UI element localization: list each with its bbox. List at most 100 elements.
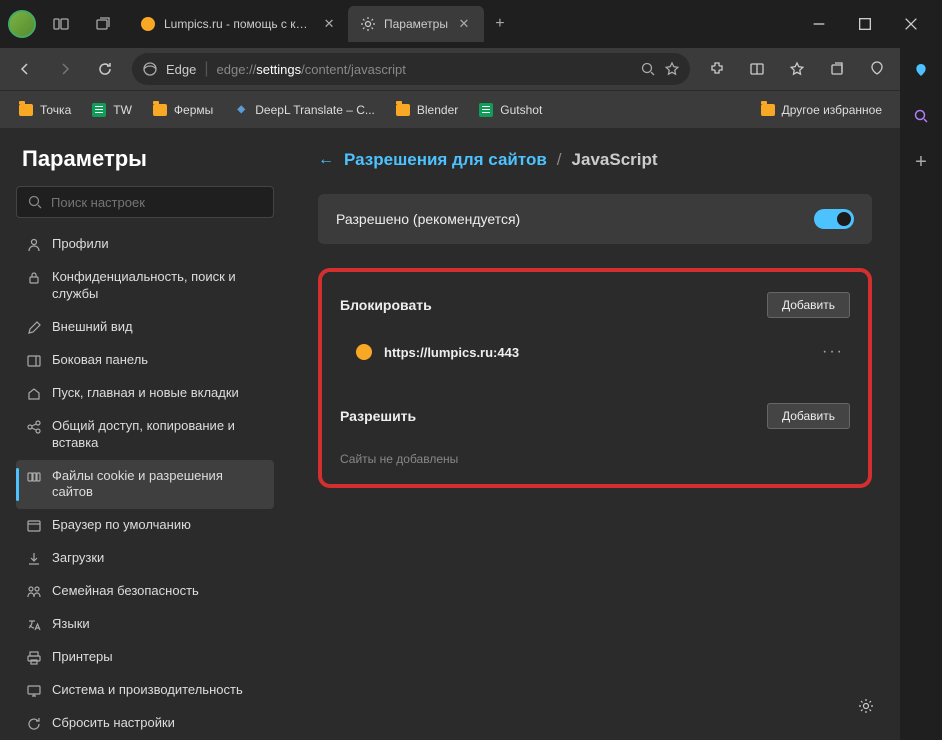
tab-title: Параметры (384, 17, 448, 31)
breadcrumb-current: JavaScript (572, 150, 658, 170)
content-area: Параметры Профили Конфиденциальность, по… (0, 128, 900, 740)
profile-avatar[interactable] (8, 10, 36, 38)
favorites-icon[interactable] (780, 52, 814, 86)
monitor-icon (26, 683, 42, 699)
home-icon (26, 386, 42, 402)
settings-search[interactable] (16, 186, 274, 218)
nav-sidebar[interactable]: Боковая панель (16, 344, 274, 377)
highlight-box: Блокировать Добавить https://lumpics.ru:… (318, 268, 872, 488)
nav-appearance[interactable]: Внешний вид (16, 311, 274, 344)
toolbar: Edge | edge://settings/content/javascrip… (0, 48, 942, 90)
page-settings-icon[interactable] (850, 690, 882, 722)
bookmark-deepl[interactable]: ◆DeepL Translate – C... (225, 98, 383, 122)
search-icon[interactable] (640, 61, 656, 77)
sidebar-search-icon[interactable] (907, 102, 935, 130)
breadcrumb-link[interactable]: Разрешения для сайтов (344, 150, 547, 170)
address-bar[interactable]: Edge | edge://settings/content/javascrip… (132, 53, 690, 85)
search-input[interactable] (51, 195, 263, 210)
copilot-icon[interactable] (907, 56, 935, 84)
breadcrumb-back-icon[interactable]: ← (318, 151, 334, 169)
sheets-icon (479, 103, 493, 117)
close-icon[interactable]: ✕ (322, 16, 336, 32)
back-button[interactable] (8, 52, 42, 86)
browser-essentials-icon[interactable] (860, 52, 894, 86)
extensions-icon[interactable] (700, 52, 734, 86)
site-more-button[interactable]: ··· (816, 343, 850, 361)
bookmark-fermy[interactable]: Фермы (144, 98, 221, 122)
site-url: https://lumpics.ru:443 (384, 345, 804, 360)
settings-favicon-icon (360, 16, 376, 32)
nav-default-browser[interactable]: Браузер по умолчанию (16, 509, 274, 542)
workspaces-icon[interactable] (44, 7, 78, 41)
bookmarks-bar: Точка TW Фермы ◆DeepL Translate – C... B… (0, 90, 900, 128)
bookmark-blender[interactable]: Blender (387, 98, 466, 122)
nav-share[interactable]: Общий доступ, копирование и вставка (16, 410, 274, 460)
sidebar-add-icon[interactable]: + (907, 148, 935, 176)
allowed-toggle[interactable] (814, 209, 854, 229)
nav-cookies[interactable]: Файлы cookie и разрешения сайтов (16, 460, 274, 510)
url-text: edge://settings/content/javascript (217, 62, 632, 77)
favorite-icon[interactable] (664, 61, 680, 77)
language-icon (26, 617, 42, 633)
brush-icon (26, 320, 42, 336)
allow-title: Разрешить (340, 408, 416, 424)
profile-icon (26, 237, 42, 253)
sheets-icon (92, 103, 106, 117)
blocked-site-row: https://lumpics.ru:443 ··· (332, 330, 858, 373)
forward-button[interactable] (48, 52, 82, 86)
nav-profiles[interactable]: Профили (16, 228, 274, 261)
breadcrumb: ← Разрешения для сайтов / JavaScript (318, 150, 872, 170)
nav-privacy[interactable]: Конфиденциальность, поиск и службы (16, 261, 274, 311)
allow-section: Разрешить Добавить Сайты не добавлены (332, 391, 858, 470)
tab-actions-icon[interactable] (86, 7, 120, 41)
block-title: Блокировать (340, 297, 432, 313)
panel-icon (26, 353, 42, 369)
block-section: Блокировать Добавить https://lumpics.ru:… (332, 280, 858, 373)
search-icon (27, 194, 43, 210)
folder-icon (396, 104, 410, 116)
nav-list: Профили Конфиденциальность, поиск и служ… (16, 228, 274, 740)
protocol-label: Edge (166, 62, 196, 77)
sidebar-title: Параметры (16, 146, 274, 172)
allow-add-button[interactable]: Добавить (767, 403, 850, 429)
browser-icon (26, 518, 42, 534)
nav-downloads[interactable]: Загрузки (16, 542, 274, 575)
nav-languages[interactable]: Языки (16, 608, 274, 641)
allowed-label: Разрешено (рекомендуется) (336, 211, 520, 227)
block-add-button[interactable]: Добавить (767, 292, 850, 318)
allowed-row: Разрешено (рекомендуется) (318, 194, 872, 244)
cookie-icon (26, 469, 42, 485)
share-icon (26, 419, 42, 435)
collections-icon[interactable] (820, 52, 854, 86)
close-window-button[interactable] (888, 4, 934, 44)
nav-start[interactable]: Пуск, главная и новые вкладки (16, 377, 274, 410)
folder-icon (153, 104, 167, 116)
sidebar-strip: + (900, 48, 942, 740)
new-tab-button[interactable]: + (484, 8, 516, 40)
maximize-button[interactable] (842, 4, 888, 44)
tab-lumpics[interactable]: Lumpics.ru - помощь с компьют ✕ (128, 6, 348, 42)
edge-icon (142, 61, 158, 77)
printer-icon (26, 650, 42, 666)
nav-system[interactable]: Система и производительность (16, 674, 274, 707)
nav-reset[interactable]: Сбросить настройки (16, 707, 274, 740)
tab-settings[interactable]: Параметры ✕ (348, 6, 484, 42)
close-icon[interactable]: ✕ (456, 16, 472, 32)
folder-icon (19, 104, 33, 116)
bookmark-tochka[interactable]: Точка (10, 98, 79, 122)
lumpics-favicon-icon (356, 344, 372, 360)
bookmark-other[interactable]: Другое избранное (752, 98, 890, 122)
minimize-button[interactable] (796, 4, 842, 44)
titlebar: Lumpics.ru - помощь с компьют ✕ Параметр… (0, 0, 942, 48)
split-screen-icon[interactable] (740, 52, 774, 86)
nav-family[interactable]: Семейная безопасность (16, 575, 274, 608)
folder-icon (761, 104, 775, 116)
bookmark-gutshot[interactable]: Gutshot (470, 98, 550, 122)
deepl-icon: ◆ (233, 102, 249, 118)
allow-empty: Сайты не добавлены (332, 441, 858, 470)
bookmark-tw[interactable]: TW (83, 98, 140, 122)
refresh-button[interactable] (88, 52, 122, 86)
lock-icon (26, 270, 42, 286)
lumpics-favicon-icon (141, 17, 155, 31)
nav-printers[interactable]: Принтеры (16, 641, 274, 674)
